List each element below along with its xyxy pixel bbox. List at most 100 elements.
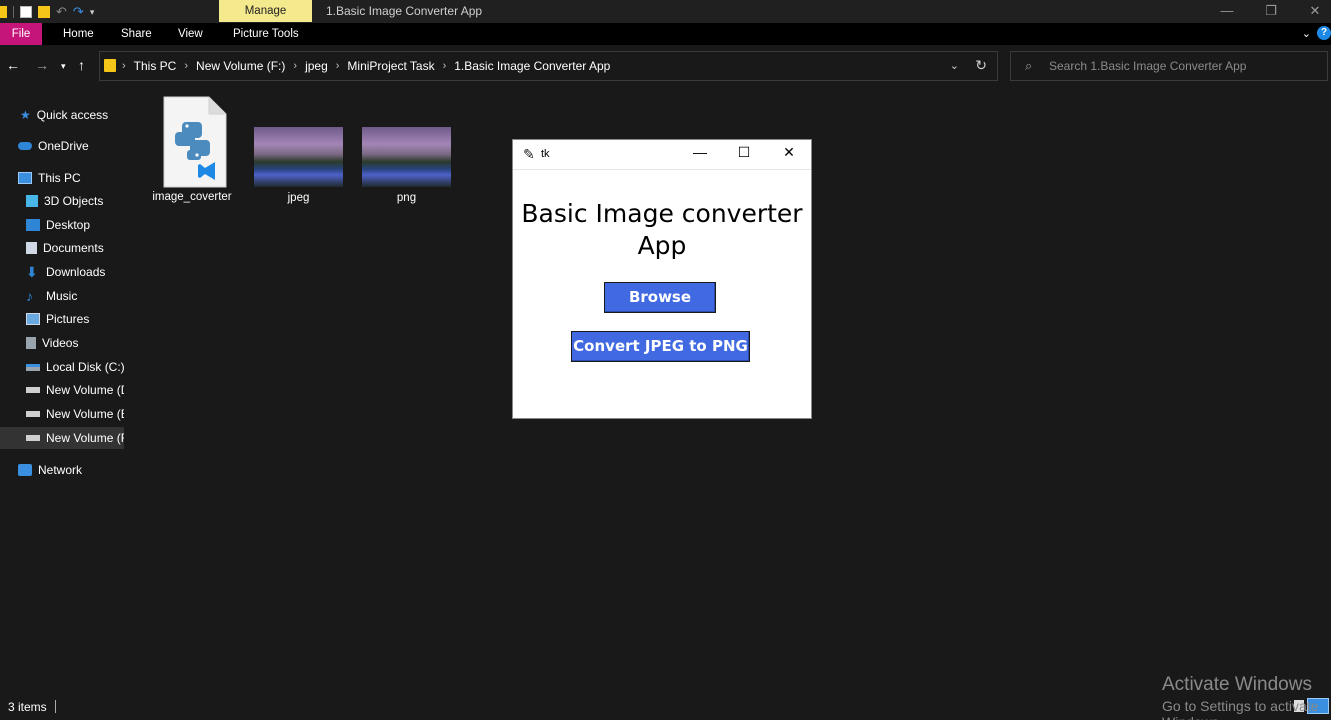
network-icon (18, 464, 32, 476)
cloud-icon (18, 142, 32, 150)
search-input[interactable] (1049, 57, 1319, 75)
tab-home[interactable]: Home (63, 23, 94, 45)
expand-ribbon-icon[interactable]: ⌄ (1302, 27, 1311, 40)
sidebar-item-new-volume-f[interactable]: New Volume (F:) (0, 427, 124, 449)
search-icon: ⌕ (1025, 58, 1033, 73)
sidebar-item-downloads[interactable]: ⬇ Downloads (0, 261, 124, 283)
forward-arrow-icon[interactable]: → (35, 57, 49, 73)
desktop-icon (26, 219, 40, 231)
tab-view[interactable]: View (178, 23, 203, 45)
sidebar-item-3d-objects[interactable]: 3D Objects (0, 190, 124, 212)
sidebar-item-label: OneDrive (38, 139, 89, 153)
breadcrumb-current-folder[interactable]: 1.Basic Image Converter App (454, 59, 610, 73)
tab-share[interactable]: Share (121, 23, 152, 45)
file-item-jpeg[interactable]: jpeg (254, 127, 343, 204)
quick-access-toolbar: ↶ ↷ ▾ (0, 3, 94, 21)
sidebar-item-label: This PC (38, 171, 81, 185)
document-icon (26, 242, 37, 254)
chevron-right-icon: › (293, 60, 298, 72)
sidebar-item-label: Pictures (46, 312, 90, 326)
folder-icon (0, 6, 7, 18)
chevron-right-icon: › (335, 60, 340, 72)
breadcrumb-miniproject-task[interactable]: MiniProject Task (347, 59, 434, 73)
up-arrow-icon[interactable]: ↑ (78, 57, 85, 73)
sidebar-item-pictures[interactable]: Pictures (0, 308, 124, 330)
restore-button[interactable]: ❐ (1248, 0, 1294, 23)
tk-close-button[interactable]: ✕ (774, 144, 804, 161)
file-item-png[interactable]: png (362, 127, 451, 204)
sidebar-item-label: Music (46, 289, 78, 303)
sidebar-item-local-disk-c[interactable]: Local Disk (C:) (0, 356, 124, 378)
breadcrumb: › This PC › New Volume (F:) › jpeg › Min… (122, 52, 610, 80)
status-bar: 3 items (0, 694, 1331, 720)
tk-maximize-button[interactable]: ☐ (729, 144, 759, 161)
ribbon-right-icons: ⌄ ? (1302, 26, 1331, 40)
recent-locations-icon[interactable]: ▾ (61, 61, 66, 72)
manage-tab[interactable]: Manage (219, 0, 312, 22)
ribbon-tabs: File Home Share View Picture Tools ⌄ ? (0, 23, 1331, 45)
new-folder-icon[interactable] (38, 6, 50, 18)
sidebar-item-label: Quick access (36, 108, 109, 122)
breadcrumb-jpeg[interactable]: jpeg (305, 59, 328, 73)
app-heading: Basic Image converter App (521, 199, 803, 260)
folder-thumbnail (362, 127, 451, 187)
drive-icon (26, 363, 40, 371)
properties-icon[interactable] (20, 6, 32, 18)
navigation-pane: ★ Quick access OneDrive This PC 3D Objec… (0, 87, 124, 694)
sidebar-item-quick-access[interactable]: ★ Quick access (0, 104, 124, 126)
customize-qat-icon[interactable]: ▾ (90, 7, 95, 18)
tab-picture-tools[interactable]: Picture Tools (233, 23, 299, 45)
breadcrumb-new-volume[interactable]: New Volume (F:) (196, 59, 285, 73)
download-icon: ⬇ (26, 263, 38, 280)
sidebar-item-label: New Volume (D:) (46, 383, 124, 397)
activate-windows-title: Activate Windows (1162, 674, 1312, 695)
sidebar-item-music[interactable]: ♪ Music (0, 285, 124, 307)
sidebar-item-this-pc[interactable]: This PC (0, 167, 124, 189)
sidebar-item-label: Local Disk (C:) (46, 360, 124, 374)
redo-icon[interactable]: ↷ (73, 4, 84, 20)
sidebar-item-label: 3D Objects (44, 194, 104, 208)
browse-button[interactable]: Browse (604, 282, 716, 313)
sidebar-item-label: Documents (43, 241, 104, 255)
help-icon[interactable]: ? (1317, 26, 1331, 40)
computer-icon (18, 172, 32, 184)
tk-window-title: tk (541, 148, 550, 160)
music-icon: ♪ (26, 288, 33, 304)
refresh-icon[interactable]: ↻ (975, 57, 987, 74)
tk-minimize-button[interactable]: — (685, 144, 715, 160)
sidebar-item-label: Videos (42, 336, 79, 350)
file-name: image_coverter (152, 191, 232, 203)
breadcrumb-this-pc[interactable]: This PC (134, 59, 177, 73)
python-file-icon (157, 96, 227, 188)
pictures-icon (26, 313, 40, 325)
sidebar-item-desktop[interactable]: Desktop (0, 214, 124, 236)
close-button[interactable]: ✕ (1292, 0, 1331, 23)
undo-icon[interactable]: ↶ (56, 4, 67, 20)
sidebar-item-network[interactable]: Network (0, 459, 124, 481)
sidebar-item-onedrive[interactable]: OneDrive (0, 135, 124, 157)
file-name: png (396, 192, 417, 204)
star-icon: ★ (20, 108, 31, 122)
tab-file[interactable]: File (0, 23, 42, 45)
convert-jpeg-to-png-button[interactable]: Convert JPEG to PNG (571, 331, 750, 362)
sidebar-item-new-volume-e[interactable]: New Volume (E:) (0, 403, 124, 425)
cube-icon (26, 195, 38, 207)
search-box[interactable]: ⌕ (1010, 51, 1328, 81)
back-arrow-icon[interactable]: ← (6, 57, 20, 73)
file-item-image-coverter[interactable]: image_coverter (150, 96, 234, 203)
chevron-right-icon: › (184, 60, 189, 72)
sidebar-item-label: New Volume (F:) (46, 431, 124, 445)
sidebar-item-videos[interactable]: Videos (0, 332, 124, 354)
address-dropdown-icon[interactable]: ⌄ (950, 59, 959, 72)
status-divider (55, 700, 56, 713)
window-title: 1.Basic Image Converter App (326, 4, 483, 18)
minimize-button[interactable]: — (1204, 0, 1250, 23)
chevron-right-icon: › (122, 60, 126, 72)
folder-icon (104, 59, 116, 72)
feather-icon: ✎ (523, 146, 535, 162)
title-bar: ↶ ↷ ▾ Manage 1.Basic Image Converter App… (0, 0, 1331, 23)
sidebar-item-label: New Volume (E:) (46, 407, 124, 421)
address-bar[interactable]: › This PC › New Volume (F:) › jpeg › Min… (99, 51, 998, 81)
sidebar-item-documents[interactable]: Documents (0, 237, 124, 259)
sidebar-item-new-volume-d[interactable]: New Volume (D:) (0, 379, 124, 401)
